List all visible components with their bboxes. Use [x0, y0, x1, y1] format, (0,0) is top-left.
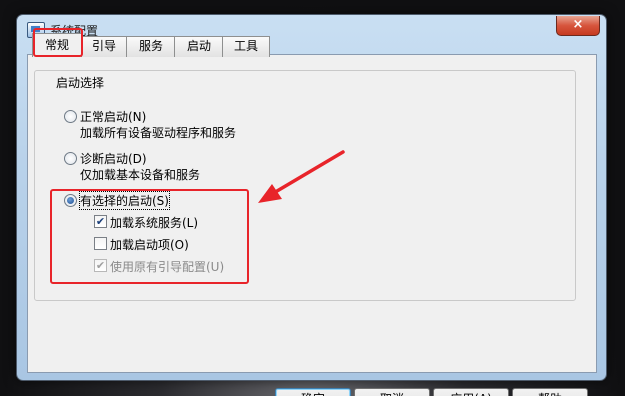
close-button[interactable]: × [556, 16, 600, 36]
ok-button[interactable]: 确定 [275, 388, 351, 396]
help-button[interactable]: 帮助 [512, 388, 588, 396]
cancel-button[interactable]: 取消 [354, 388, 430, 396]
tab-services[interactable]: 服务 [126, 36, 176, 57]
diagnostic-startup-desc: 仅加载基本设备和服务 [80, 168, 201, 182]
system-config-dialog: 系统配置 × 常规 引导 服务 启动 工具 启动选择 正常启动(N) 加载所有设… [16, 14, 607, 396]
tab-startup[interactable]: 启动 [174, 36, 224, 57]
tab-highlight-box [33, 28, 83, 57]
tab-tools[interactable]: 工具 [222, 36, 270, 57]
close-icon: × [572, 17, 584, 32]
diagnostic-startup-label[interactable]: 诊断启动(D) [80, 150, 147, 167]
diagnostic-startup-radio[interactable] [64, 152, 77, 165]
tab-content: 常规 引导 服务 启动 工具 启动选择 正常启动(N) 加载所有设备驱动程序和服… [27, 28, 597, 396]
normal-startup-desc: 加载所有设备驱动程序和服务 [80, 126, 237, 140]
tab-boot[interactable]: 引导 [80, 36, 128, 57]
startup-selection-legend: 启动选择 [53, 74, 108, 91]
normal-startup-radio[interactable] [64, 110, 77, 123]
selective-highlight-box [50, 189, 249, 284]
normal-startup-label[interactable]: 正常启动(N) [80, 108, 146, 125]
apply-button[interactable]: 应用(A) [433, 388, 509, 396]
